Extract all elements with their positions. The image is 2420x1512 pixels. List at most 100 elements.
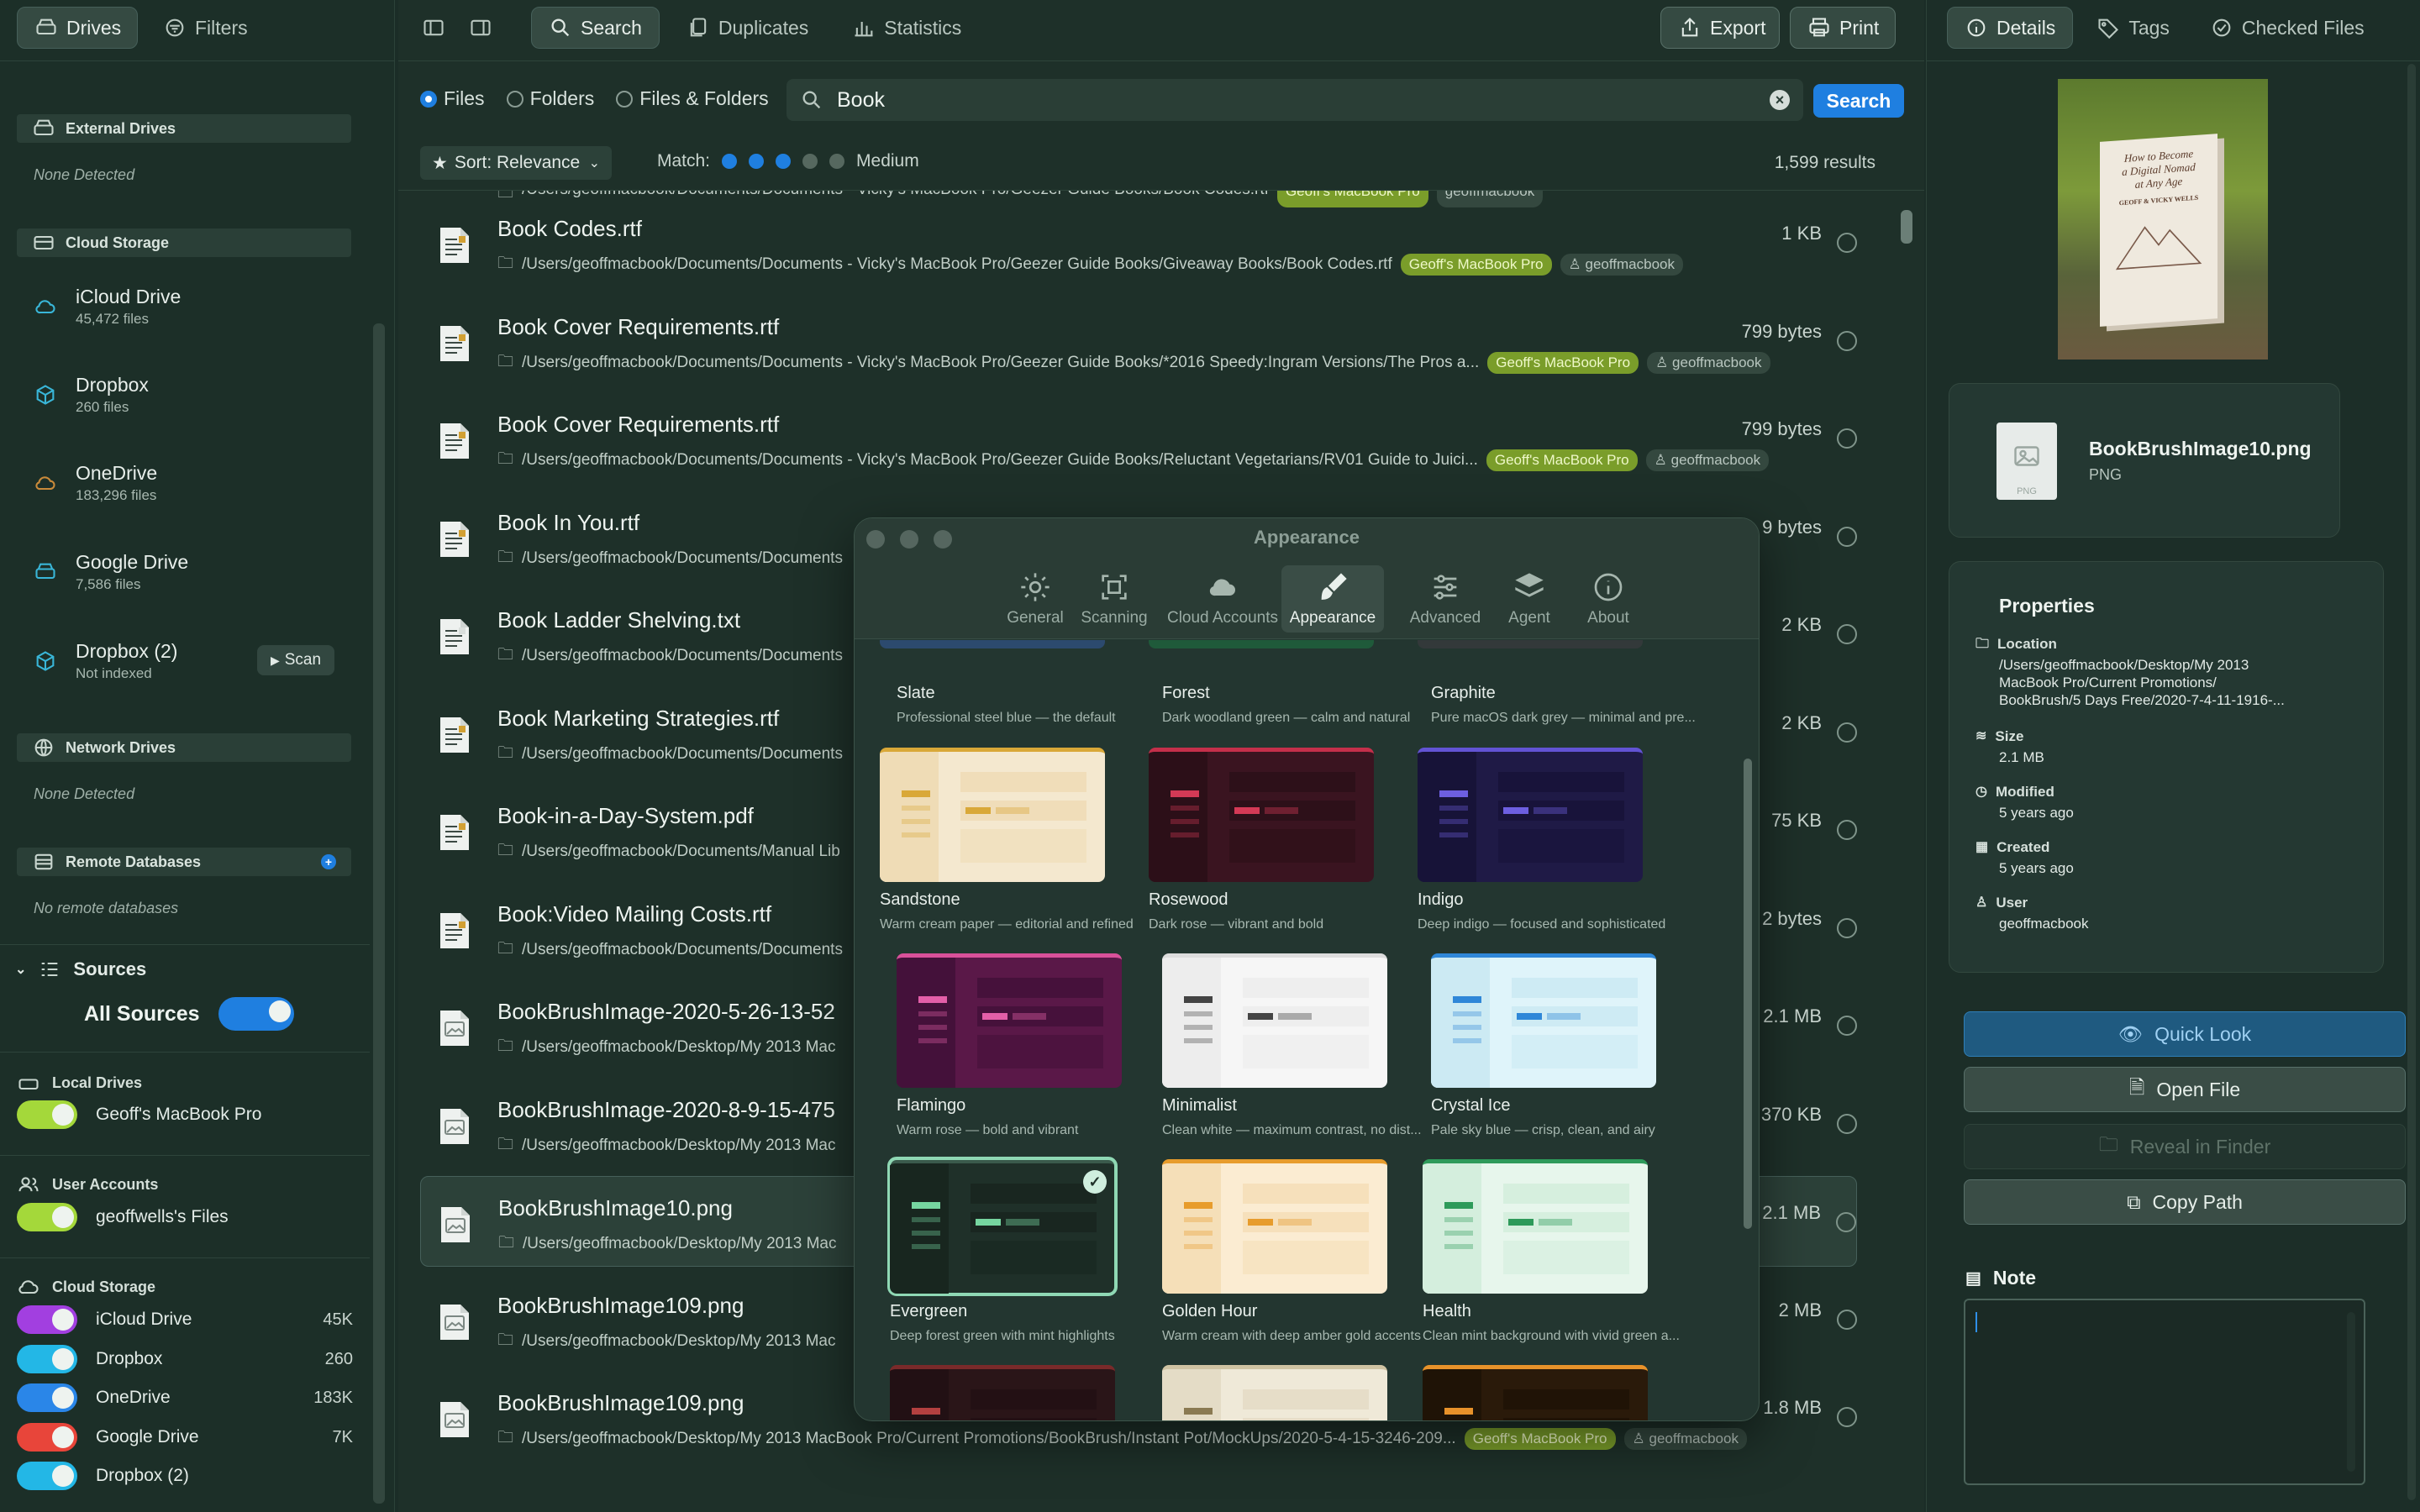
all-sources-toggle[interactable] <box>218 997 294 1031</box>
checkmark-icon: ✓ <box>1083 1170 1107 1194</box>
source-toggle[interactable] <box>17 1462 77 1490</box>
bar-chart-icon <box>852 16 876 39</box>
scan-button[interactable]: ▶ Scan <box>257 645 334 675</box>
theme-thumbnail[interactable]: ✓ <box>887 1157 1118 1296</box>
result-check-radio[interactable] <box>1837 428 1857 449</box>
open-file-button[interactable]: 🗎 Open File <box>1964 1067 2406 1112</box>
result-check-radio[interactable] <box>1837 820 1857 840</box>
sort-dropdown[interactable]: ★ Sort: Relevance ⌄ <box>420 146 612 180</box>
printer-icon <box>1807 16 1831 39</box>
theme-thumbnail[interactable] <box>890 1365 1115 1420</box>
results-scrollbar[interactable] <box>1901 210 1912 244</box>
network-empty: None Detected <box>34 785 135 802</box>
appearance-dialog: Appearance General Scanning Cloud Accoun… <box>854 517 1760 1421</box>
search-icon <box>549 16 572 39</box>
result-row[interactable]: Book Codes.rtf 🗀/Users/geoffmacbook/Docum… <box>420 197 1857 288</box>
note-textarea[interactable] <box>1964 1299 2365 1485</box>
result-check-radio[interactable] <box>1837 330 1857 351</box>
search-input[interactable]: Book <box>837 88 885 113</box>
statistics-button[interactable]: Statistics <box>835 7 978 49</box>
print-button[interactable]: Print <box>1790 7 1896 49</box>
tab-appearance[interactable]: Appearance <box>1281 565 1384 633</box>
file-icon <box>440 1304 469 1340</box>
result-check-radio[interactable] <box>1836 1212 1856 1232</box>
dropbox-icon <box>34 649 57 673</box>
result-file-name: Book-in-a-Day-System.pdf <box>497 803 754 828</box>
quick-look-button[interactable]: 👁 Quick Look <box>1964 1011 2406 1057</box>
result-check-radio[interactable] <box>1837 526 1857 547</box>
tab-tags[interactable]: Tags <box>2080 7 2186 49</box>
source-toggle[interactable] <box>17 1100 77 1129</box>
tab-cloud-accounts[interactable]: Cloud Accounts <box>1155 565 1290 633</box>
copy-path-button[interactable]: ⧉ Copy Path <box>1964 1179 2406 1225</box>
reveal-in-finder-button[interactable]: 🗀 Reveal in Finder <box>1964 1124 2406 1169</box>
tab-details[interactable]: Details <box>1947 7 2074 49</box>
user-tag: ♙ geoffmacbook <box>1645 449 1770 471</box>
add-remote-icon[interactable]: + <box>321 854 336 869</box>
result-check-radio[interactable] <box>1837 722 1857 743</box>
clear-search-icon[interactable]: × <box>1770 90 1790 110</box>
theme-thumbnail[interactable] <box>1418 748 1643 882</box>
drive-google[interactable]: Google Drive 7,586 files <box>34 551 188 593</box>
export-button[interactable]: Export <box>1660 7 1780 49</box>
source-toggle[interactable] <box>17 1305 77 1334</box>
tab-filters[interactable]: Filters <box>146 7 265 49</box>
theme-thumbnail[interactable] <box>1162 1365 1387 1420</box>
theme-thumbnail[interactable] <box>897 953 1122 1088</box>
theme-description: Warm rose — bold and vibrant <box>897 1123 1079 1137</box>
sidebar-right-icon[interactable] <box>462 7 499 49</box>
drive-dropbox[interactable]: Dropbox 260 files <box>34 374 149 416</box>
folder-icon: 🗀 <box>497 743 514 762</box>
paintbrush-icon <box>1321 573 1347 600</box>
result-check-radio[interactable] <box>1837 1113 1857 1134</box>
theme-description: Deep forest green with mint highlights <box>890 1329 1115 1343</box>
source-toggle[interactable] <box>17 1345 77 1373</box>
details-scrollbar[interactable] <box>2407 64 2416 1500</box>
match-level-dot[interactable] <box>776 154 792 169</box>
theme-thumbnail[interactable] <box>1162 953 1387 1088</box>
result-row[interactable]: Book Cover Requirements.rtf 🗀/Users/geoff… <box>420 393 1857 484</box>
search-mode-button[interactable]: Search <box>531 7 660 49</box>
theme-thumbnail[interactable] <box>880 748 1105 882</box>
result-check-radio[interactable] <box>1837 1407 1857 1427</box>
duplicates-button[interactable]: Duplicates <box>670 7 825 49</box>
match-level-dot[interactable] <box>829 154 845 169</box>
search-field[interactable]: Book × <box>786 79 1803 121</box>
tab-scanning[interactable]: Scanning <box>1065 565 1164 633</box>
user-tag: ♙ geoffmacbook <box>1623 1428 1747 1450</box>
source-tag: Geoff's MacBook Pro <box>1464 1428 1616 1450</box>
themes-scrollbar[interactable] <box>1744 759 1752 1229</box>
theme-thumbnail[interactable] <box>1423 1159 1648 1294</box>
match-level-dot[interactable] <box>802 154 818 169</box>
tab-drives[interactable]: Drives <box>17 7 138 49</box>
result-check-radio[interactable] <box>1837 1309 1857 1330</box>
theme-description: Pure macOS dark grey — minimal and pre..… <box>1431 711 1696 725</box>
theme-thumbnail[interactable] <box>1149 748 1374 882</box>
drive-icloud[interactable]: iCloud Drive 45,472 files <box>34 286 181 328</box>
theme-thumbnail[interactable] <box>1423 1365 1648 1420</box>
theme-thumbnail[interactable] <box>1431 953 1656 1088</box>
result-check-radio[interactable] <box>1837 917 1857 938</box>
drive-dropbox-2[interactable]: Dropbox (2) Not indexed <box>34 640 177 682</box>
search-button[interactable]: Search <box>1813 84 1904 118</box>
sidebar-left-icon[interactable] <box>415 7 452 49</box>
source-toggle[interactable] <box>17 1383 77 1412</box>
tab-checked-files[interactable]: Checked Files <box>2193 7 2381 49</box>
scope-files-radio[interactable]: Files <box>420 87 485 110</box>
drive-onedrive[interactable]: OneDrive 183,296 files <box>34 462 157 504</box>
scope-files-folders-radio[interactable]: Files & Folders <box>616 87 769 110</box>
result-size: 2.1 MB <box>1763 1005 1822 1026</box>
theme-thumbnail[interactable] <box>1162 1159 1387 1294</box>
tab-about[interactable]: About <box>1559 565 1658 633</box>
source-toggle[interactable] <box>17 1203 77 1231</box>
scope-folders-radio[interactable]: Folders <box>506 87 594 110</box>
result-row[interactable]: Book Cover Requirements.rtf 🗀/Users/geoff… <box>420 296 1857 386</box>
sources-header[interactable]: ⌄ Sources <box>15 958 146 981</box>
source-toggle[interactable] <box>17 1423 77 1452</box>
result-check-radio[interactable] <box>1837 233 1857 253</box>
result-check-radio[interactable] <box>1837 624 1857 644</box>
match-level-dot[interactable] <box>722 154 738 169</box>
match-level-dot[interactable] <box>749 154 765 169</box>
sidebar-scrollbar[interactable] <box>373 323 385 1504</box>
result-check-radio[interactable] <box>1837 1016 1857 1036</box>
